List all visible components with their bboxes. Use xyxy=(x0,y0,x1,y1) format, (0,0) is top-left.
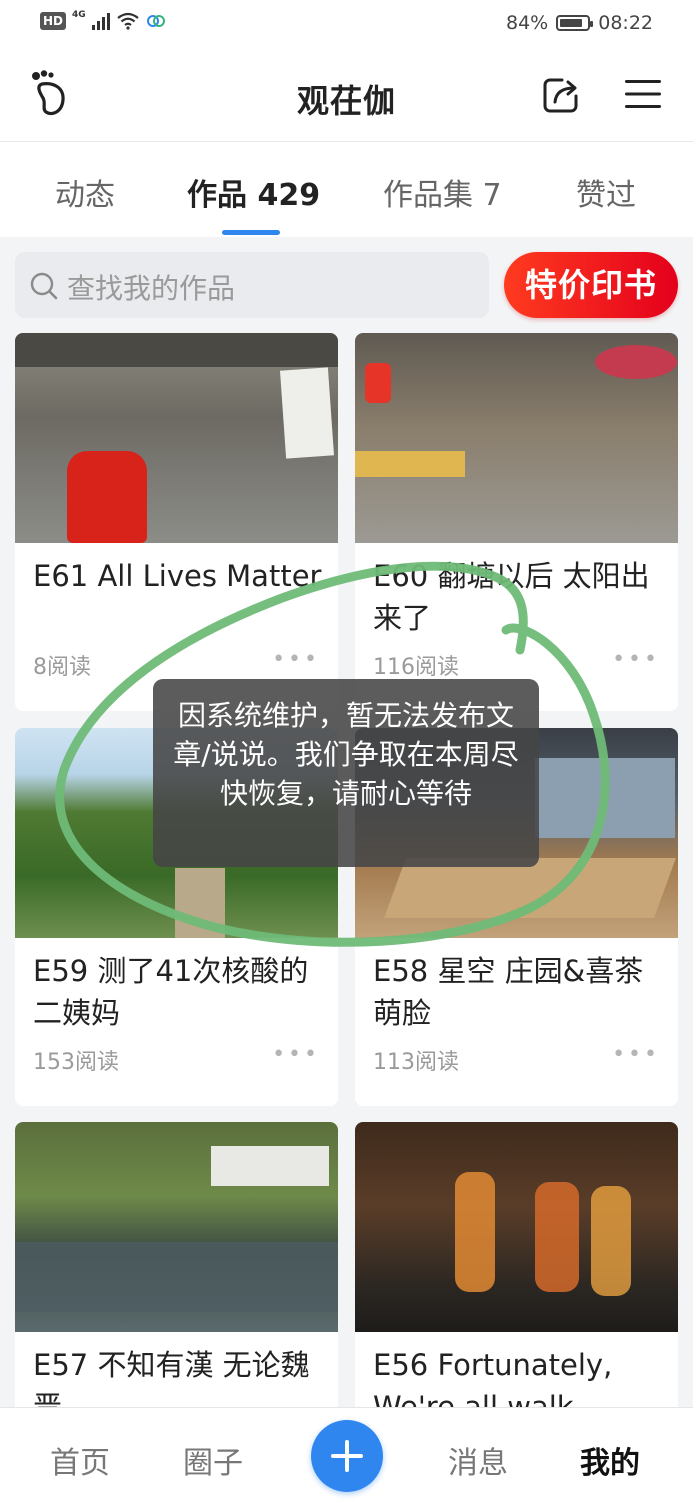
tab-moments[interactable]: 动态 xyxy=(55,170,115,214)
hd-badge: HD xyxy=(40,12,67,30)
active-tab-indicator xyxy=(222,230,280,235)
menu-icon[interactable] xyxy=(624,76,662,112)
work-card[interactable]: E61 All Lives Matter 8阅读 ••• xyxy=(15,333,338,711)
nav-me[interactable]: 我的 xyxy=(580,1438,640,1482)
work-card[interactable]: E57 不知有漢 无论魏晋 xyxy=(15,1122,338,1407)
work-title: E57 不知有漢 无论魏晋 xyxy=(33,1348,310,1407)
toast-message: 因系统维护，暂无法发布文章/说说。我们争取在本周尽快恢复，请耐心等待 xyxy=(173,699,519,810)
tab-collections[interactable]: 作品集 7 xyxy=(383,170,502,214)
search-placeholder: 查找我的作品 xyxy=(67,272,236,305)
status-left: HD 4G xyxy=(40,10,166,30)
profile-tabs: 动态 作品 429 作品集 7 赞过 xyxy=(0,142,693,237)
work-thumbnail xyxy=(15,1122,338,1332)
nav-home[interactable]: 首页 xyxy=(50,1438,110,1482)
status-right: 84% 08:22 xyxy=(506,12,653,34)
maintenance-toast: 因系统维护，暂无法发布文章/说说。我们争取在本周尽快恢复，请耐心等待 xyxy=(153,679,539,867)
battery-level xyxy=(560,19,583,27)
status-bar: HD 4G 84% 08:22 xyxy=(0,0,693,48)
create-post-button[interactable] xyxy=(311,1420,383,1492)
battery-percent: 84% xyxy=(506,12,549,34)
work-card[interactable]: E56 Fortunately, We're all walk... xyxy=(355,1122,678,1407)
work-title: E60 翻塘以后 太阳出来了 xyxy=(373,559,650,635)
work-card[interactable]: E60 翻塘以后 太阳出来了 116阅读 ••• xyxy=(355,333,678,711)
bottom-nav: 首页 圈子 消息 我的 xyxy=(0,1407,693,1501)
wifi-icon xyxy=(116,12,139,30)
work-title: E59 测了41次核酸的二姨妈 xyxy=(33,954,309,1030)
signal-icon xyxy=(91,12,110,30)
work-title: E61 All Lives Matter xyxy=(33,559,322,593)
work-thumbnail xyxy=(355,1122,678,1332)
more-icon[interactable]: ••• xyxy=(272,647,320,672)
search-icon xyxy=(30,272,58,300)
work-title: E58 星空 庄园&喜茶 萌脸 xyxy=(373,954,644,1030)
more-icon[interactable]: ••• xyxy=(272,1042,320,1067)
work-reads: 8阅读 xyxy=(33,655,91,680)
work-reads: 113阅读 xyxy=(373,1050,459,1075)
share-icon[interactable] xyxy=(540,74,582,116)
work-thumbnail xyxy=(15,333,338,543)
clock: 08:22 xyxy=(598,12,653,34)
tab-liked[interactable]: 赞过 xyxy=(576,170,636,214)
nav-circle[interactable]: 圈子 xyxy=(183,1438,243,1482)
network-type: 4G xyxy=(72,10,86,20)
nav-messages[interactable]: 消息 xyxy=(448,1438,508,1482)
app-header: 观茌伽 xyxy=(0,48,693,142)
page-title: 观茌伽 xyxy=(296,82,396,120)
work-reads: 116阅读 xyxy=(373,655,459,680)
battery-icon xyxy=(556,15,594,31)
work-thumbnail xyxy=(355,333,678,543)
link-icon xyxy=(146,15,165,27)
search-input[interactable]: 查找我的作品 xyxy=(15,252,489,318)
more-icon[interactable]: ••• xyxy=(612,647,660,672)
promo-print-button[interactable]: 特价印书 xyxy=(504,252,678,318)
work-title: E56 Fortunately, We're all walk... xyxy=(373,1348,613,1407)
tab-works[interactable]: 作品 429 xyxy=(187,170,320,214)
work-reads: 153阅读 xyxy=(33,1050,119,1075)
more-icon[interactable]: ••• xyxy=(612,1042,660,1067)
